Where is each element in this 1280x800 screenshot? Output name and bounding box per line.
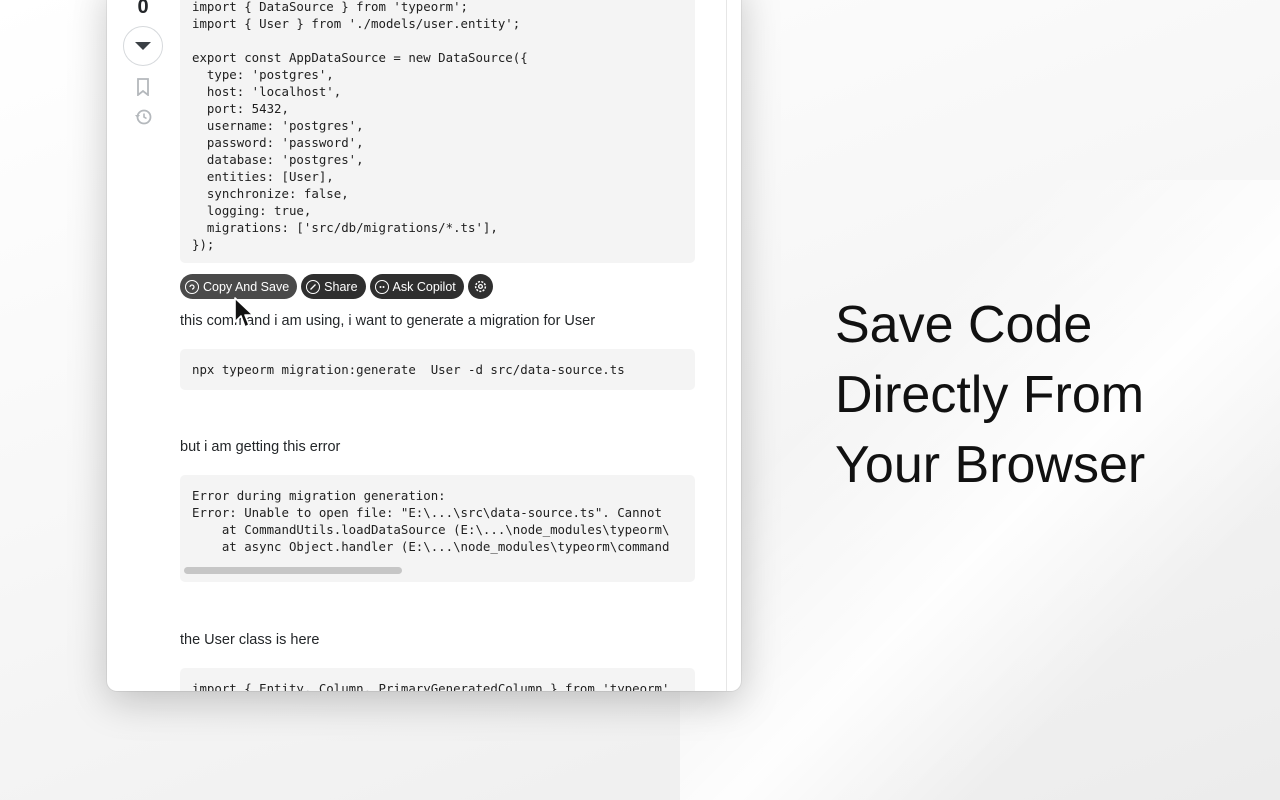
question-paragraph-3: the User class is here <box>180 632 320 648</box>
ask-copilot-label: Ask Copilot <box>392 279 456 294</box>
headline-line-1: Save Code <box>835 296 1093 354</box>
copy-and-save-label: Copy And Save <box>203 279 290 294</box>
code-block-datasource[interactable]: import { DataSource } from 'typeorm'; im… <box>180 0 695 263</box>
headline-line-2: Directly From <box>835 366 1145 424</box>
share-label: Share <box>324 279 358 294</box>
code-block-command[interactable]: npx typeorm migration:generate User -d s… <box>180 349 695 390</box>
settings-button[interactable] <box>467 274 493 299</box>
vote-count: 0 <box>137 0 149 18</box>
link-icon <box>306 279 321 294</box>
bookmark-icon <box>137 78 149 97</box>
caret-down-icon <box>135 42 151 50</box>
bookmark-button[interactable] <box>135 78 151 101</box>
copilot-icon <box>374 279 389 294</box>
code-toolbar: Copy And Save Share Ask Copilot <box>180 274 493 299</box>
ask-copilot-button[interactable]: Ask Copilot <box>369 274 464 299</box>
vote-down-button[interactable] <box>123 26 163 66</box>
save-icon <box>185 279 199 294</box>
horizontal-scrollbar[interactable] <box>184 567 402 574</box>
headline-line-3: Your Browser <box>835 436 1146 494</box>
browser-window: 0 import { DataSource } from 'typeorm'; … <box>107 0 741 691</box>
code-text: import { Entity, Column, PrimaryGenerate… <box>192 681 670 691</box>
history-icon <box>135 109 152 125</box>
gear-icon <box>474 280 486 293</box>
code-text: Error during migration generation: Error… <box>192 488 670 554</box>
question-paragraph-2: but i am getting this error <box>180 439 341 455</box>
history-button[interactable] <box>134 108 152 131</box>
column-divider <box>726 0 727 691</box>
mouse-pointer-icon <box>233 296 255 335</box>
code-text: import { DataSource } from 'typeorm'; im… <box>192 0 528 252</box>
promo-headline: Save Code Directly From Your Browser <box>835 290 1145 500</box>
share-button[interactable]: Share <box>301 274 366 299</box>
code-block-error[interactable]: Error during migration generation: Error… <box>180 475 695 582</box>
code-block-entity[interactable]: import { Entity, Column, PrimaryGenerate… <box>180 668 695 691</box>
code-text: npx typeorm migration:generate User -d s… <box>192 362 625 377</box>
